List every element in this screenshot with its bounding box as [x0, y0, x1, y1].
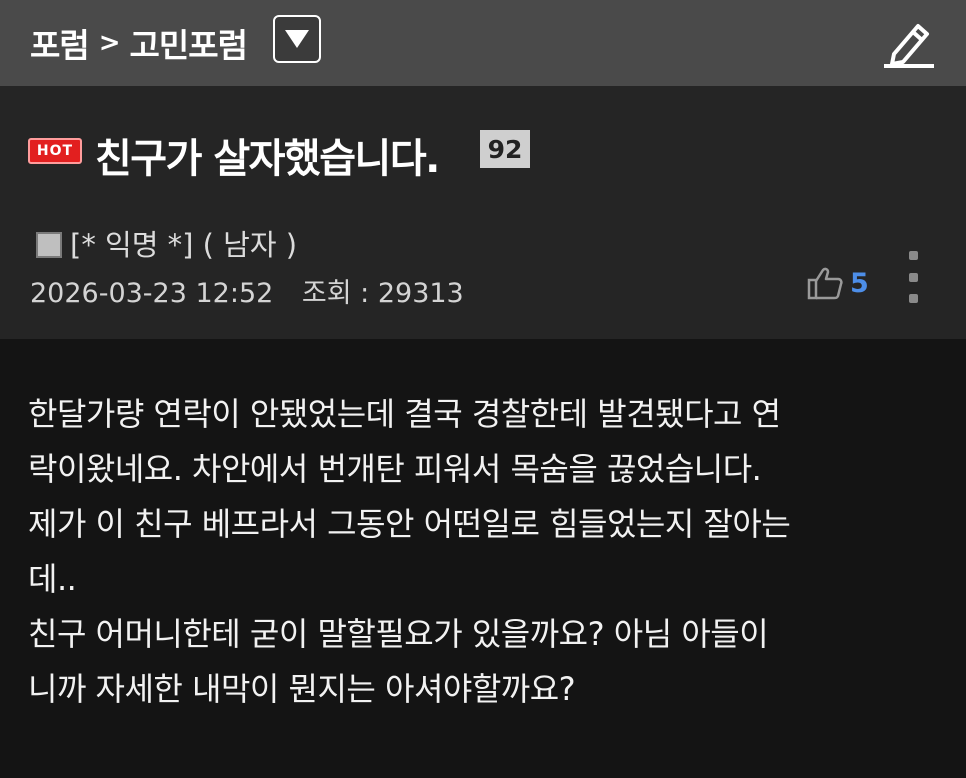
view-count: 조회 : 29313: [301, 278, 464, 309]
post-meta: 2026-03-23 12:52 조회 : 29313: [30, 271, 464, 310]
body-line: 니까 자세한 내막이 뭔지는 아셔야할까요?: [28, 670, 576, 708]
like-button[interactable]: 5: [806, 266, 869, 300]
body-line: 한달가량 연락이 안됐었는데 결국 경찰한테 발견됐다고 연: [28, 395, 781, 433]
comment-count-badge[interactable]: 92: [480, 130, 530, 168]
post-datetime: 2026-03-23 12:52: [30, 278, 274, 309]
body-line: 락이왔네요. 차안에서 번개탄 피워서 목숨을 끊었습니다.: [28, 450, 762, 488]
body-line: 친구 어머니한테 굳이 말할필요가 있을까요? 아님 아들이: [28, 615, 769, 653]
body-line: 제가 이 친구 베프라서 그동안 어떤일로 힘들었는지 잘아는: [28, 505, 791, 543]
body-line: 데..: [28, 560, 77, 598]
board-dropdown-button[interactable]: [273, 15, 321, 63]
thumbs-up-icon: [807, 267, 843, 300]
author-name: [* 익명 *] ( 남자 ): [70, 228, 298, 262]
hot-badge: HOT: [28, 138, 82, 164]
breadcrumb: 포럼 > 고민포럼: [30, 19, 248, 67]
breadcrumb-current-board[interactable]: 고민포럼: [130, 19, 248, 67]
triangle-down-icon: [285, 30, 309, 48]
top-navigation-bar: 포럼 > 고민포럼: [0, 0, 966, 86]
breadcrumb-separator: >: [98, 28, 121, 58]
more-vertical-icon[interactable]: [905, 251, 921, 303]
post-header: HOT 친구가 살자했습니다. 92 [* 익명 *] ( 남자 ) 2026-…: [0, 86, 966, 339]
author-info: [* 익명 *] ( 남자 ): [36, 222, 297, 264]
post-title: 친구가 살자했습니다.: [95, 136, 440, 182]
like-count: 5: [850, 267, 869, 299]
user-level-icon: [36, 232, 62, 258]
pencil-icon[interactable]: [880, 14, 938, 70]
post-body: 한달가량 연락이 안됐었는데 결국 경찰한테 발견됐다고 연 락이왔네요. 차안…: [28, 387, 948, 717]
breadcrumb-forum-link[interactable]: 포럼: [30, 19, 90, 67]
